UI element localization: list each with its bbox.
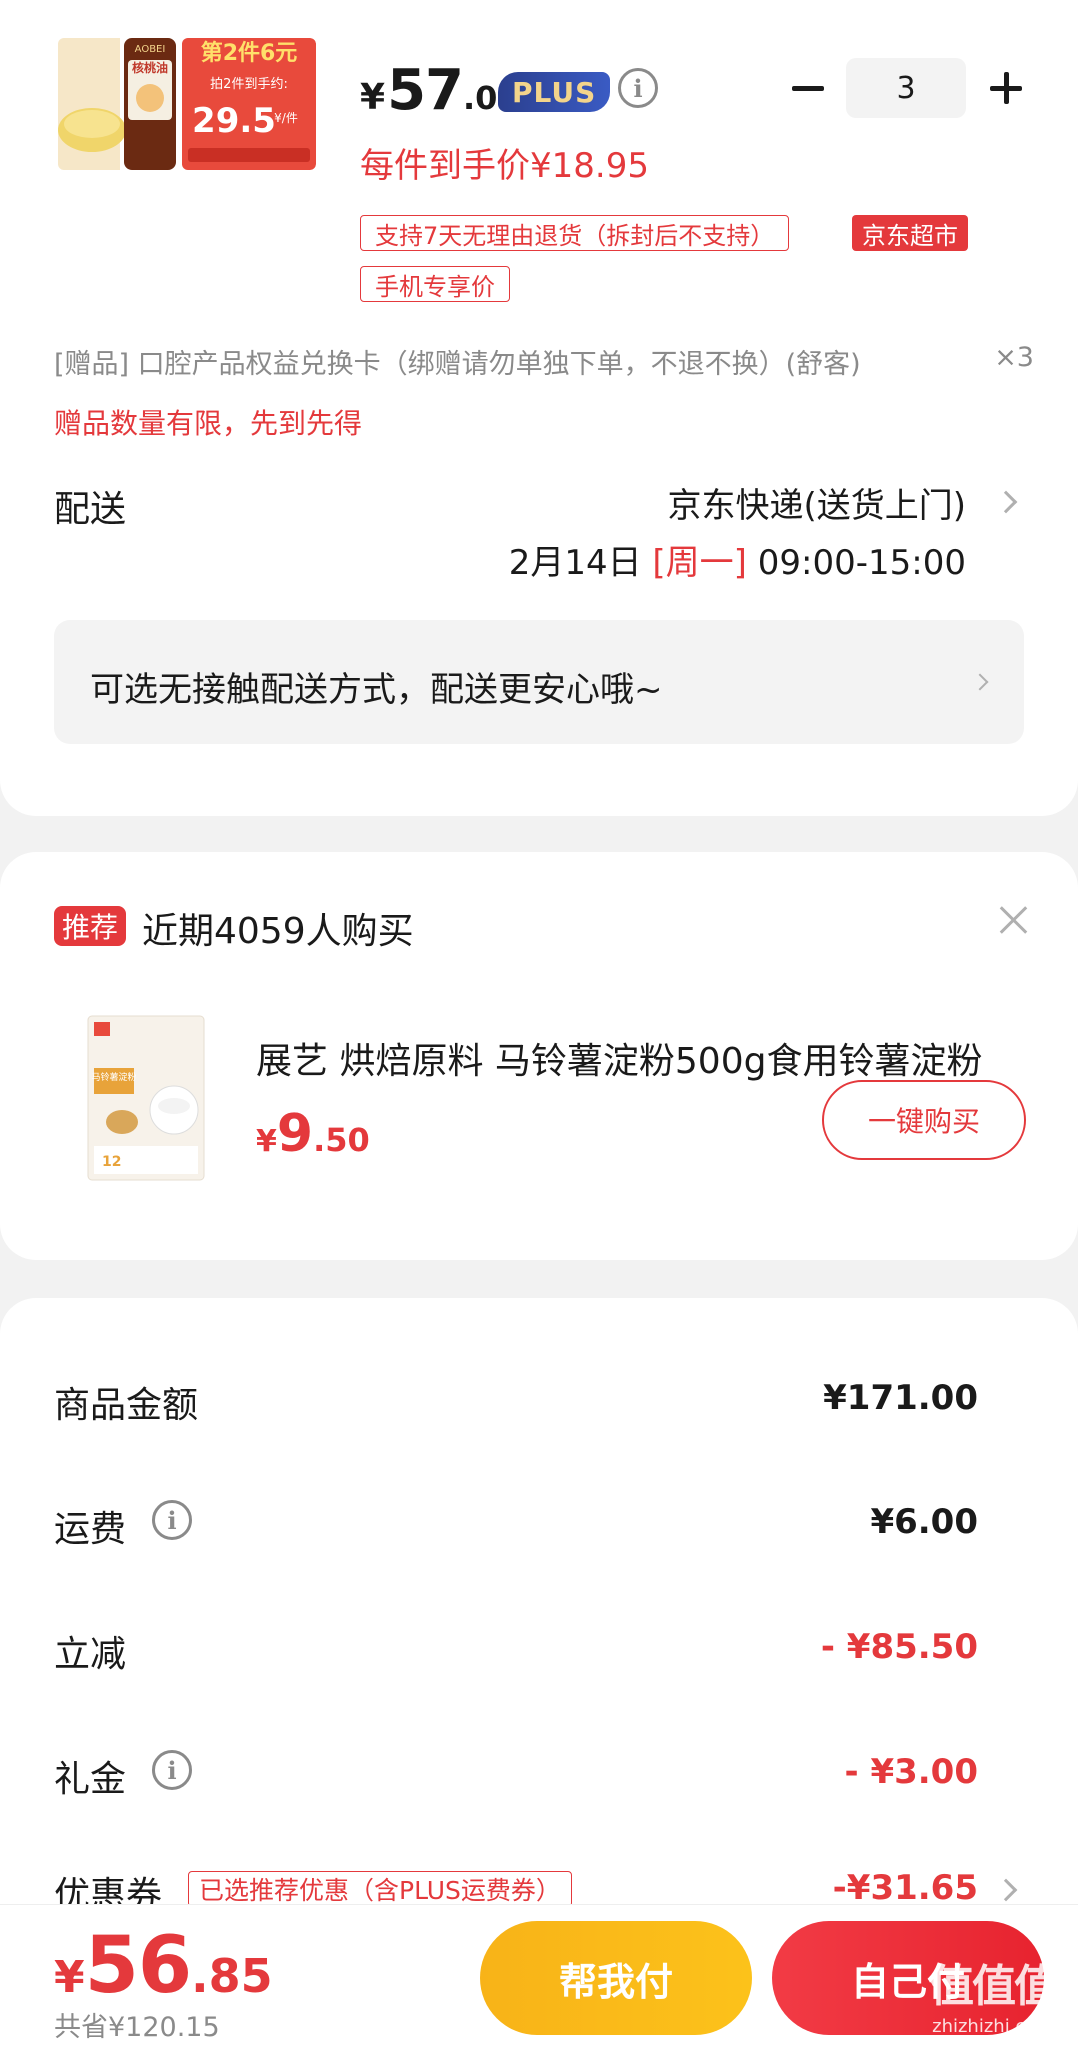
mobile-exclusive-tag: 手机专享价 xyxy=(360,266,510,302)
close-icon[interactable] xyxy=(998,904,1030,936)
product-image: AOBEI 核桃油 第2件6元 拍2件到手约: 29.5 ¥/件 xyxy=(58,38,316,170)
shipping-fee-value: ¥6.00 xyxy=(870,1502,978,1542)
delivery-method[interactable]: 京东快递(送货上门) xyxy=(667,478,966,527)
delivery-weekday: [周一] xyxy=(652,543,747,583)
per-item-price: 每件到手价¥18.95 xyxy=(360,146,649,186)
goods-amount-label: 商品金额 xyxy=(54,1385,199,1426)
gift-cash-label: 礼金 xyxy=(54,1759,127,1800)
price-info-icon[interactable]: i xyxy=(618,68,658,108)
thumb-brand-text: 核桃油 xyxy=(132,60,168,75)
coupon-value[interactable]: -¥31.65 xyxy=(833,1868,978,1908)
delivery-date: 2月14日 xyxy=(508,543,642,583)
product-card: AOBEI 核桃油 第2件6元 拍2件到手约: 29.5 ¥/件 ¥ 57 .0… xyxy=(0,0,1078,816)
product-price: ¥ 57 .00 xyxy=(360,58,520,123)
price-symbol: ¥ xyxy=(360,77,386,118)
goods-amount-value: ¥171.00 xyxy=(823,1378,978,1418)
quantity-decrease-button[interactable] xyxy=(786,66,830,110)
gift-description: [赠品] 口腔产品权益兑换卡（绑赠请勿单独下单，不退不换）(舒客) xyxy=(54,349,861,380)
recommend-title: 近期4059人购买 xyxy=(142,911,414,952)
order-confirm-page: AOBEI 核桃油 第2件6元 拍2件到手约: 29.5 ¥/件 ¥ 57 .0… xyxy=(0,0,1078,2048)
gift-row: [赠品] 口腔产品权益兑换卡（绑赠请勿单独下单，不退不换）(舒客) ×3 xyxy=(54,342,1034,381)
plus-badge: PLUS xyxy=(498,72,611,112)
delivery-time[interactable]: 2月14日 [周一] 09:00-15:00 xyxy=(509,535,966,584)
instant-discount-value: - ¥85.50 xyxy=(820,1627,978,1667)
svg-text:12: 12 xyxy=(102,1154,121,1170)
recommend-price-decimal: .50 xyxy=(313,1121,370,1159)
recommend-price-symbol: ¥ xyxy=(256,1124,277,1159)
contactless-delivery-option[interactable]: 可选无接触配送方式，配送更安心哦~ xyxy=(54,620,1024,744)
gift-cash-value: - ¥3.00 xyxy=(844,1752,979,1792)
delivery-time-range: 09:00-15:00 xyxy=(757,543,966,583)
recommend-image-text: 马铃薯淀粉 xyxy=(91,1071,136,1083)
contactless-text: 可选无接触配送方式，配送更安心哦~ xyxy=(90,670,663,710)
thumb-label-text: 拍2件到手约: xyxy=(210,77,288,92)
quantity-input[interactable]: 3 xyxy=(846,58,966,118)
thumb-promo-text: 第2件6元 xyxy=(201,40,298,66)
recommend-price-integer: 9 xyxy=(276,1104,314,1164)
total-symbol: ¥ xyxy=(54,1952,85,2003)
gift-quantity: ×3 xyxy=(994,342,1034,373)
contactless-chevron-icon xyxy=(971,673,989,691)
delivery-label: 配送 xyxy=(54,489,127,530)
jd-supermarket-tag: 京东超市 xyxy=(852,215,968,251)
gift-limit-notice: 赠品数量有限，先到先得 xyxy=(54,407,363,440)
coupon-selected-tag[interactable]: 已选推荐优惠（含PLUS运费券） xyxy=(188,1871,572,1907)
recommend-badge: 推荐 xyxy=(54,906,127,946)
shipping-info-icon[interactable]: i xyxy=(152,1500,192,1540)
total-decimal: .85 xyxy=(191,1949,273,2003)
product-thumbnail[interactable]: AOBEI 核桃油 第2件6元 拍2件到手约: 29.5 ¥/件 xyxy=(58,38,316,170)
thumb-unit-text: ¥/件 xyxy=(274,111,298,125)
price-integer: 57 xyxy=(387,58,464,123)
site-watermark-url: zhizhizhi.com xyxy=(932,2016,1054,2037)
thumb-price-text: 29.5 xyxy=(192,101,276,141)
recommend-product-name[interactable]: 展艺 烘焙原料 马铃薯淀粉500g食用铃薯淀粉 xyxy=(256,1032,996,1084)
shipping-fee-label: 运费 xyxy=(54,1509,127,1550)
quantity-increase-button[interactable] xyxy=(984,66,1028,110)
gift-cash-info-icon[interactable]: i xyxy=(152,1750,192,1790)
recommend-card: 推荐 近期4059人购买 马铃薯淀粉 12 展艺 烘焙原料 马铃薯淀粉500g食… xyxy=(0,852,1078,1260)
checkout-bar: ¥ 56 .85 共省¥120.15 帮我付 自己付 xyxy=(0,1904,1078,2048)
total-price: ¥ 56 .85 xyxy=(54,1921,273,2011)
total-saved: 共省¥120.15 xyxy=(54,2012,220,2043)
total-integer: 56 xyxy=(84,1921,193,2011)
svg-text:AOBEI: AOBEI xyxy=(135,44,166,55)
site-watermark: 值值值 xyxy=(930,1961,1058,2012)
recommend-product-price: ¥ 9 .50 xyxy=(256,1104,370,1164)
help-me-pay-button[interactable]: 帮我付 xyxy=(480,1921,752,2035)
delivery-chevron-icon[interactable] xyxy=(994,490,1018,514)
return-policy-tag: 支持7天无理由退货（拆封后不支持） xyxy=(360,215,790,251)
instant-discount-label: 立减 xyxy=(54,1634,127,1675)
one-click-buy-button[interactable]: 一键购买 xyxy=(822,1080,1026,1160)
recommend-product-image[interactable]: 马铃薯淀粉 12 xyxy=(86,1014,206,1182)
